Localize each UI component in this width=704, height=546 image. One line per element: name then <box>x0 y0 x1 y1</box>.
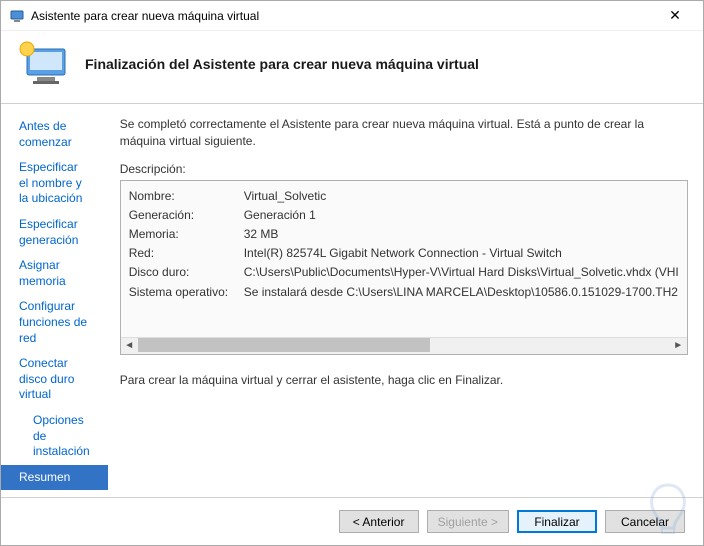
scroll-thumb[interactable] <box>138 338 431 352</box>
desc-key: Nombre: <box>129 187 244 206</box>
titlebar: Asistente para crear nueva máquina virtu… <box>1 1 703 31</box>
button-bar: < Anterior Siguiente > Finalizar Cancela… <box>1 497 703 545</box>
wizard-main: Se completó correctamente el Asistente p… <box>108 104 703 497</box>
footer-note: Para crear la máquina virtual y cerrar e… <box>120 373 688 387</box>
desc-row: Disco duro:C:\Users\Public\Documents\Hyp… <box>129 263 679 282</box>
desc-value: 32 MB <box>244 225 279 244</box>
description-label: Descripción: <box>120 162 688 176</box>
desc-key: Red: <box>129 244 244 263</box>
page-title: Finalización del Asistente para crear nu… <box>85 56 479 72</box>
scroll-left-arrow[interactable]: ◄ <box>121 337 138 354</box>
window-title: Asistente para crear nueva máquina virtu… <box>31 9 655 23</box>
desc-key: Memoria: <box>129 225 244 244</box>
desc-row: Red:Intel(R) 82574L Gigabit Network Conn… <box>129 244 679 263</box>
desc-value: Generación 1 <box>244 206 316 225</box>
horizontal-scrollbar[interactable]: ◄ ► <box>121 337 687 354</box>
desc-value: Intel(R) 82574L Gigabit Network Connecti… <box>244 244 562 263</box>
desc-row: Sistema operativo:Se instalará desde C:\… <box>129 283 679 302</box>
desc-value: Virtual_Solvetic <box>244 187 327 206</box>
sidebar-step-1[interactable]: Especificar el nombre y la ubicación <box>1 155 108 212</box>
desc-key: Disco duro: <box>129 263 244 282</box>
desc-row: Nombre:Virtual_Solvetic <box>129 187 679 206</box>
finish-button[interactable]: Finalizar <box>517 510 597 533</box>
wizard-icon <box>15 39 75 89</box>
desc-row: Generación:Generación 1 <box>129 206 679 225</box>
scroll-track[interactable] <box>138 337 670 354</box>
intro-text: Se completó correctamente el Asistente p… <box>120 116 688 150</box>
desc-value: Se instalará desde C:\Users\LINA MARCELA… <box>244 283 678 302</box>
sidebar-step-3[interactable]: Asignar memoria <box>1 253 108 294</box>
next-button: Siguiente > <box>427 510 509 533</box>
sidebar-step-0[interactable]: Antes de comenzar <box>1 114 108 155</box>
app-icon <box>9 8 25 24</box>
desc-key: Generación: <box>129 206 244 225</box>
wizard-steps-sidebar: Antes de comenzarEspecificar el nombre y… <box>1 104 108 497</box>
previous-button[interactable]: < Anterior <box>339 510 419 533</box>
desc-value: C:\Users\Public\Documents\Hyper-V\Virtua… <box>244 263 679 282</box>
sidebar-step-5[interactable]: Conectar disco duro virtual <box>1 351 108 408</box>
desc-row: Memoria:32 MB <box>129 225 679 244</box>
description-table: Nombre:Virtual_SolveticGeneración:Genera… <box>121 181 687 337</box>
wizard-header: Finalización del Asistente para crear nu… <box>1 31 703 104</box>
sidebar-step-4[interactable]: Configurar funciones de red <box>1 294 108 351</box>
sidebar-step-2[interactable]: Especificar generación <box>1 212 108 253</box>
wizard-body: Antes de comenzarEspecificar el nombre y… <box>1 104 703 497</box>
sidebar-step-6[interactable]: Opciones de instalación <box>1 408 108 465</box>
cancel-button[interactable]: Cancelar <box>605 510 685 533</box>
scroll-right-arrow[interactable]: ► <box>670 337 687 354</box>
close-button[interactable]: ✕ <box>655 2 695 30</box>
description-box: Nombre:Virtual_SolveticGeneración:Genera… <box>120 180 688 355</box>
wizard-window: Asistente para crear nueva máquina virtu… <box>0 0 704 546</box>
desc-key: Sistema operativo: <box>129 283 244 302</box>
sidebar-step-7[interactable]: Resumen <box>1 465 108 491</box>
